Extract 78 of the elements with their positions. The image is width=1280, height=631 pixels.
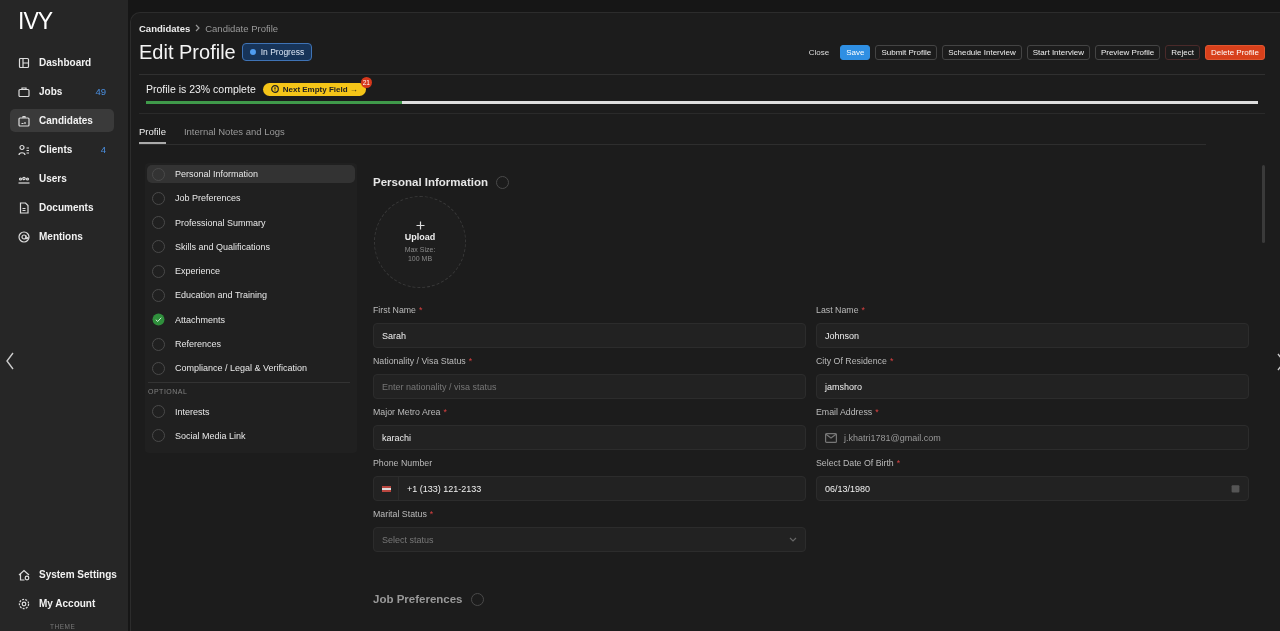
- app-logo: IVY: [18, 8, 53, 35]
- action-button[interactable]: Submit Profile: [875, 44, 938, 60]
- required-mark: *: [861, 305, 865, 316]
- section-nav-item[interactable]: Interests: [147, 402, 355, 421]
- briefcase-icon: [18, 85, 30, 98]
- action-button[interactable]: Schedule Interview: [942, 44, 1022, 60]
- chevron-down-icon: [789, 537, 797, 542]
- section-nav-item[interactable]: Social Media Link: [147, 426, 355, 445]
- section-nav-item[interactable]: Skills and Qualifications: [147, 237, 355, 256]
- chevron-left-icon[interactable]: [5, 352, 15, 370]
- text-input-field[interactable]: Sarah: [373, 323, 806, 348]
- section-nav-item[interactable]: Experience: [147, 262, 355, 281]
- action-button[interactable]: Reject: [1165, 44, 1200, 60]
- field-label: Phone Number: [373, 458, 433, 469]
- section-nav-item[interactable]: References: [147, 335, 355, 354]
- field-label: Marital Status: [373, 509, 427, 520]
- item-count: 4: [100, 144, 106, 155]
- status-badge: In Progress: [241, 43, 313, 61]
- chevron-right-icon: [195, 24, 201, 32]
- settings-icon: [18, 597, 30, 610]
- required-mark: *: [875, 407, 879, 418]
- required-mark: *: [468, 356, 473, 367]
- sidebar-item[interactable]: Dashboard: [10, 51, 114, 74]
- section-nav-item[interactable]: Attachments: [147, 310, 355, 329]
- item-count: 49: [95, 86, 106, 97]
- sidebar-item[interactable]: Candidates: [10, 109, 114, 132]
- tab[interactable]: Profile: [139, 126, 166, 144]
- delete-button[interactable]: Delete Profile: [1204, 44, 1265, 60]
- tab[interactable]: Internal Notes and Logs: [183, 126, 285, 144]
- document-icon: [18, 201, 30, 214]
- field-label: Select Date Of Birth: [816, 458, 894, 469]
- section-nav-item[interactable]: Job Preferences: [147, 189, 355, 208]
- progress-text: Profile is 23% complete: [146, 83, 256, 95]
- required-mark: *: [896, 458, 901, 469]
- person-list-icon: [18, 143, 30, 156]
- section-nav-item[interactable]: Professional Summary: [147, 213, 355, 232]
- dashboard-icon: [18, 56, 30, 69]
- required-mark: *: [443, 407, 447, 418]
- page-title: Edit Profile: [139, 40, 236, 64]
- section-nav-item[interactable]: Compliance / Legal & Verification: [147, 359, 355, 378]
- mail-icon: [825, 432, 837, 443]
- field-label: Nationality / Visa Status: [373, 356, 466, 367]
- sidebar-item[interactable]: Jobs 49: [10, 80, 114, 103]
- breadcrumb-link[interactable]: Candidates: [139, 22, 191, 34]
- id-card-icon: [18, 114, 30, 127]
- sidebar-item[interactable]: Users: [10, 167, 114, 190]
- field-label: Major Metro Area: [373, 407, 441, 418]
- sidebar-item[interactable]: My Account: [10, 592, 114, 615]
- section-nav-item[interactable]: Personal Information: [147, 165, 355, 183]
- sidebar-item[interactable]: Documents: [10, 196, 114, 219]
- required-mark: *: [419, 305, 423, 316]
- field-label: Email Address: [816, 407, 873, 418]
- text-input-field[interactable]: karachi: [373, 425, 806, 450]
- plus-icon: [415, 221, 425, 230]
- text-input-field[interactable]: Enter nationality / visa status: [373, 374, 806, 399]
- at-sign-icon: [18, 230, 30, 243]
- action-button[interactable]: Start Interview: [1026, 44, 1090, 60]
- date-input-field[interactable]: 06/13/1980: [816, 476, 1249, 501]
- section-heading: Job Preferences: [373, 593, 463, 605]
- required-mark: *: [889, 356, 894, 367]
- sidebar-item[interactable]: Clients 4: [10, 138, 114, 161]
- email-input-field[interactable]: j.khatri1781@gmail.com: [816, 425, 1249, 450]
- action-button[interactable]: Preview Profile: [1094, 44, 1161, 60]
- info-icon: [270, 85, 279, 93]
- phone-input-field[interactable]: +1 (133) 121-2133: [373, 476, 806, 501]
- sidebar-item[interactable]: Mentions: [10, 225, 114, 248]
- field-label: First Name: [373, 305, 416, 316]
- required-mark: *: [429, 509, 434, 520]
- text-input-field[interactable]: Johnson: [816, 323, 1249, 348]
- section-nav-item[interactable]: Education and Training: [147, 286, 355, 305]
- action-button[interactable]: Close: [802, 44, 836, 60]
- field-label: City Of Residence: [816, 356, 887, 367]
- calendar-icon: [1231, 484, 1240, 493]
- text-input-field[interactable]: jamshoro: [816, 374, 1249, 399]
- field-label: Last Name: [816, 305, 859, 316]
- section-heading: Personal Information: [373, 176, 489, 188]
- select-field[interactable]: Select status: [373, 527, 806, 552]
- house-gear-icon: [18, 568, 30, 581]
